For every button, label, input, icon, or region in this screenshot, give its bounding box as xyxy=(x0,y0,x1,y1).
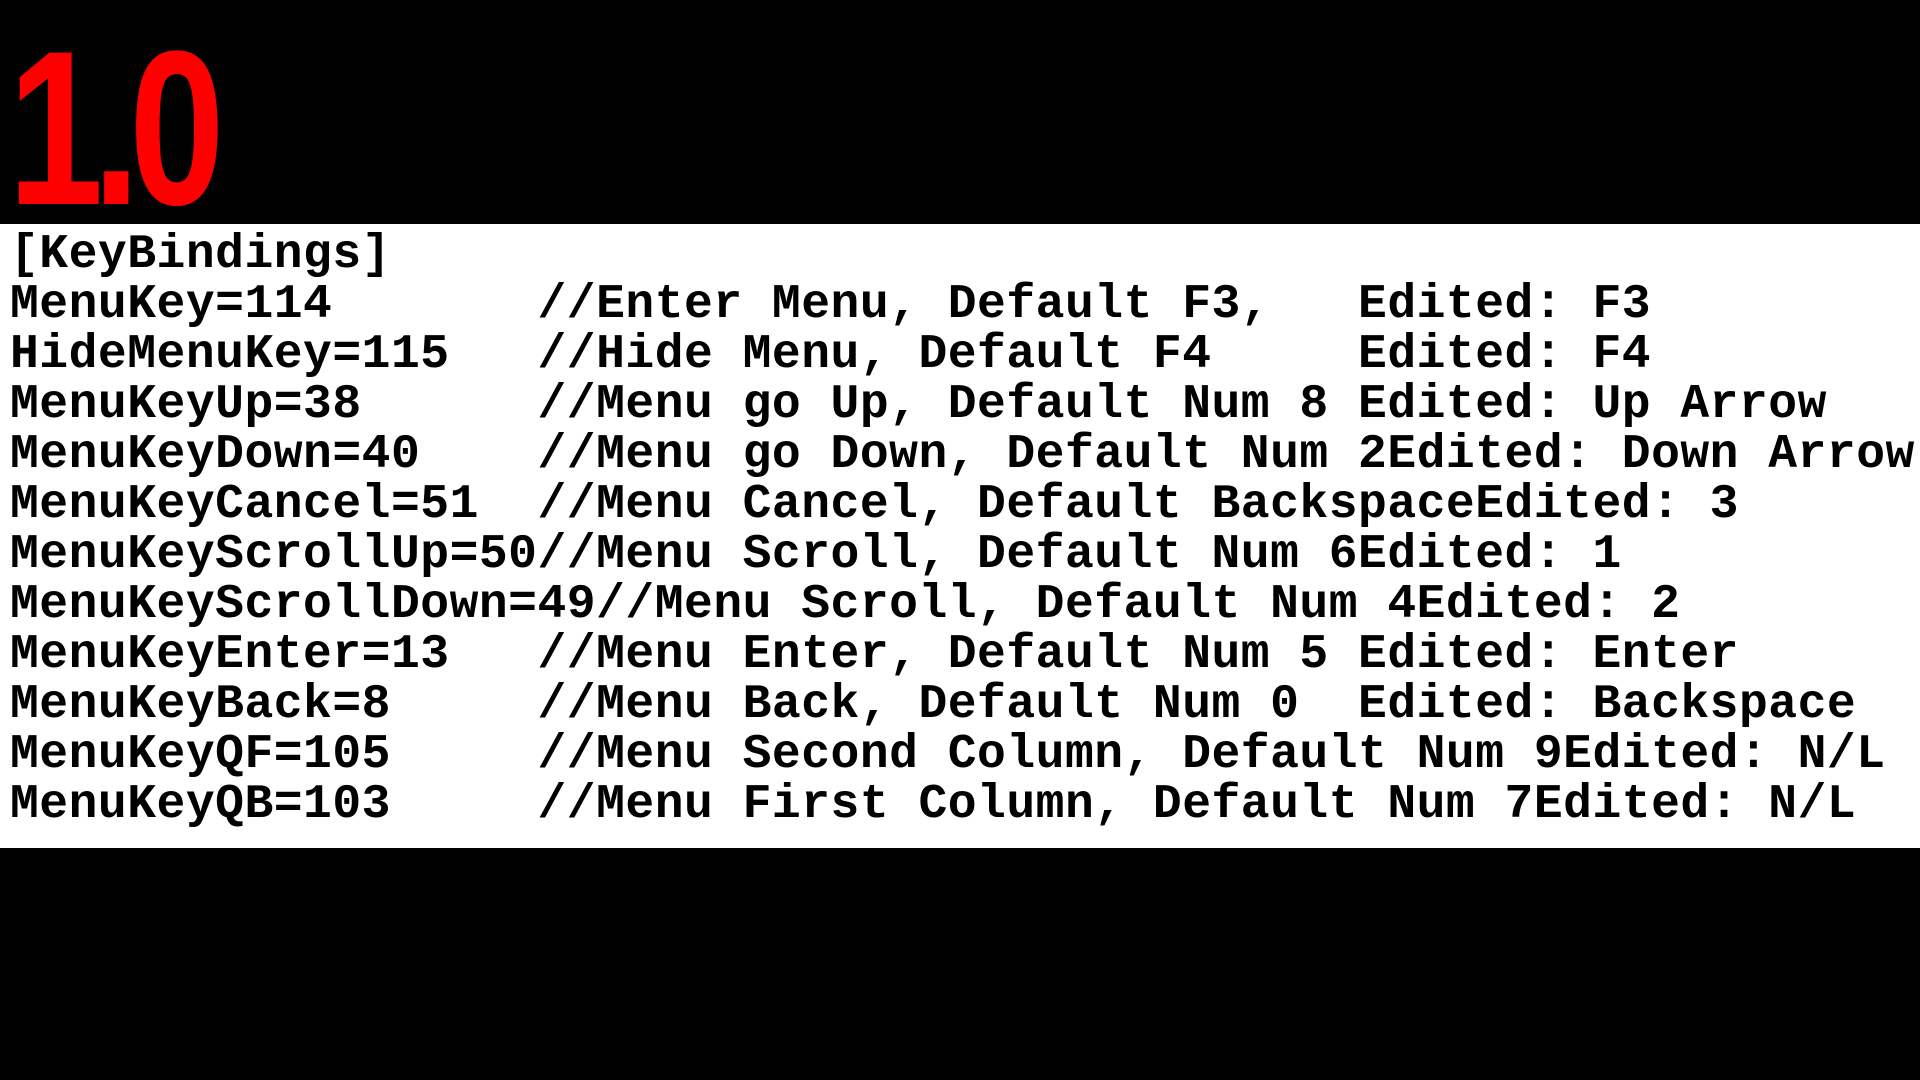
keybinding-row: MenuKeyQB=103 //Menu First Column, Defau… xyxy=(10,780,1910,830)
keybinding-row: MenuKeyUp=38 //Menu go Up, Default Num 8… xyxy=(10,380,1910,430)
keybinding-row: MenuKeyBack=8 //Menu Back, Default Num 0… xyxy=(10,680,1910,730)
keybindings-panel: [KeyBindings] MenuKey=114 //Enter Menu, … xyxy=(0,224,1920,848)
keybinding-row: MenuKeyQF=105 //Menu Second Column, Defa… xyxy=(10,730,1910,780)
keybinding-row: MenuKeyEnter=13 //Menu Enter, Default Nu… xyxy=(10,630,1910,680)
keybinding-row: MenuKeyScrollUp=50//Menu Scroll, Default… xyxy=(10,530,1910,580)
keybinding-row: MenuKeyScrollDown=49//Menu Scroll, Defau… xyxy=(10,580,1910,630)
keybinding-row: MenuKey=114 //Enter Menu, Default F3, Ed… xyxy=(10,280,1910,330)
keybinding-row: MenuKeyDown=40 //Menu go Down, Default N… xyxy=(10,430,1910,480)
version-logo: 1.0 xyxy=(8,46,214,211)
keybinding-row: MenuKeyCancel=51 //Menu Cancel, Default … xyxy=(10,480,1910,530)
section-header: [KeyBindings] xyxy=(10,230,1910,280)
keybinding-row: HideMenuKey=115 //Hide Menu, Default F4 … xyxy=(10,330,1910,380)
